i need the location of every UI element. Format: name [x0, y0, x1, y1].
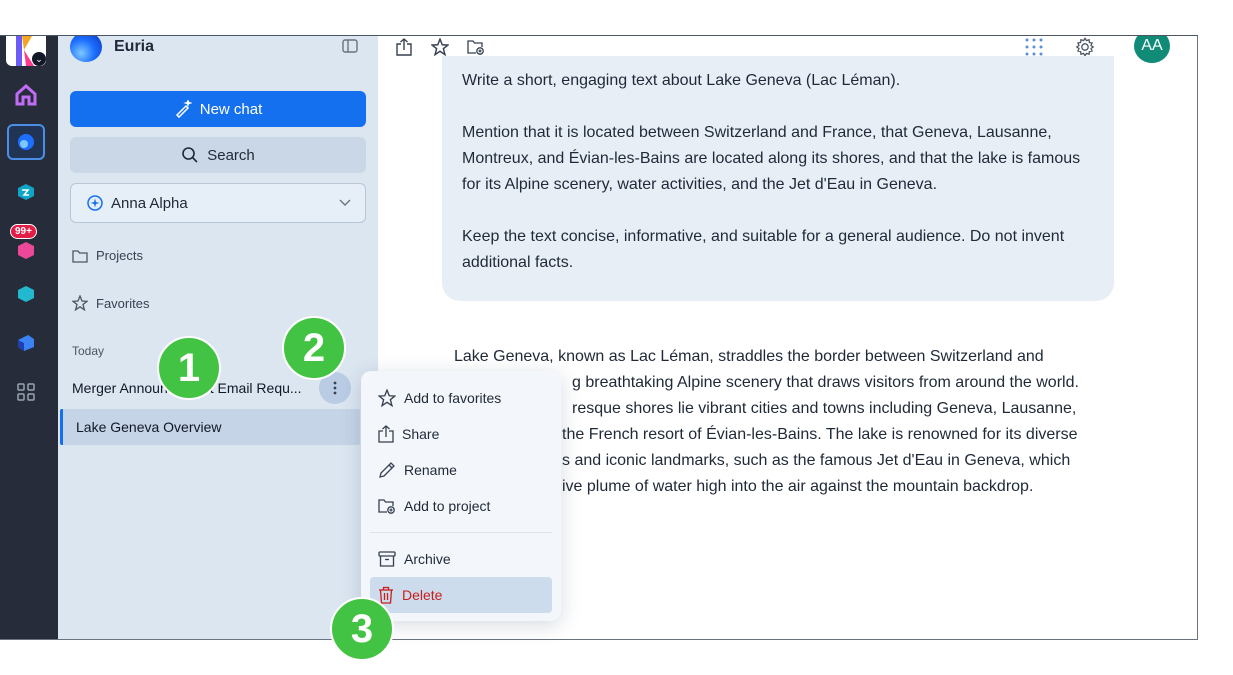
- search-button[interactable]: Search: [70, 137, 366, 173]
- new-chat-label: New chat: [199, 100, 263, 118]
- menu-item-share[interactable]: Share: [370, 416, 552, 452]
- magic-pen-icon: [175, 100, 192, 118]
- step-marker-2: 2: [282, 316, 346, 380]
- apps-menu-button[interactable]: [1024, 37, 1044, 57]
- menu-item-delete[interactable]: Delete: [370, 577, 552, 613]
- today-section-label: Today: [72, 344, 105, 358]
- model-selector[interactable]: Anna Alpha: [70, 183, 366, 223]
- rail-home[interactable]: [7, 77, 45, 113]
- chevron-down-icon: [339, 199, 351, 206]
- prompt-paragraph: Mention that it is located between Switz…: [462, 124, 1081, 193]
- user-prompt-bubble: Write a short, engaging text about Lake …: [442, 56, 1114, 301]
- more-vertical-icon: [333, 381, 337, 395]
- menu-item-label: Rename: [404, 462, 457, 478]
- rail-calendar[interactable]: [7, 276, 45, 312]
- home-icon: [15, 84, 37, 106]
- favorite-button[interactable]: [430, 37, 450, 57]
- apps-grid-icon: [17, 383, 35, 401]
- star-icon: [72, 295, 88, 311]
- answer-line: Lake Geneva, known as Lac Léman, straddl…: [454, 348, 1044, 365]
- gear-icon: [1075, 37, 1095, 57]
- search-label: Search: [207, 146, 255, 164]
- projects-link[interactable]: Projects: [72, 248, 143, 263]
- menu-item-label: Add to project: [404, 498, 491, 514]
- favorites-label: Favorites: [96, 295, 150, 311]
- chevron-down-icon[interactable]: ⌄: [32, 52, 46, 66]
- menu-item-label: Delete: [402, 587, 443, 603]
- mail-cube-icon: [18, 242, 34, 259]
- pencil-icon: [379, 462, 395, 478]
- sidebar-toggle-icon[interactable]: [342, 39, 358, 53]
- search-icon: [182, 147, 198, 163]
- share-icon: [396, 38, 412, 56]
- menu-item-add-to-project[interactable]: Add to project: [370, 488, 552, 524]
- menu-item-label: Share: [402, 426, 440, 442]
- euria-logo-icon: [70, 36, 102, 62]
- rail-apps[interactable]: [7, 374, 45, 410]
- rail-drive[interactable]: [7, 325, 45, 361]
- folder-icon: [72, 249, 88, 263]
- share-button[interactable]: [394, 37, 414, 57]
- sparkle-icon: [87, 195, 103, 211]
- trash-icon: [379, 586, 393, 604]
- menu-item-rename[interactable]: Rename: [370, 452, 552, 488]
- app-rail: ⌄ 99+: [0, 36, 58, 639]
- conversation-context-menu: Add to favorites Share Rename Add to pro…: [361, 371, 561, 621]
- menu-item-archive[interactable]: Archive: [370, 541, 552, 577]
- step-marker-1: 1: [157, 336, 221, 400]
- rail-euria[interactable]: [7, 124, 45, 160]
- step-marker-3: 3: [330, 597, 394, 661]
- menu-item-label: Add to favorites: [404, 390, 502, 406]
- brand-name: Euria: [114, 38, 155, 55]
- star-icon: [431, 38, 449, 56]
- prompt-paragraph: Keep the text concise, informative, and …: [462, 228, 1065, 271]
- settings-button[interactable]: [1075, 37, 1095, 57]
- archive-icon: [378, 551, 396, 567]
- share-icon: [378, 425, 394, 443]
- dots-grid-icon: [1025, 38, 1043, 56]
- prompt-paragraph: Write a short, engaging text about Lake …: [462, 72, 901, 89]
- calendar-cube-icon: [18, 286, 34, 302]
- projects-label: Projects: [96, 248, 143, 263]
- menu-divider: [370, 532, 552, 533]
- drive-cube-icon: [18, 335, 34, 351]
- star-icon: [378, 389, 396, 407]
- model-label: Anna Alpha: [111, 194, 188, 212]
- user-avatar[interactable]: AA: [1134, 36, 1170, 63]
- favorites-link[interactable]: Favorites: [72, 295, 149, 311]
- cube-icon: [18, 184, 34, 200]
- new-chat-button[interactable]: New chat: [70, 91, 366, 127]
- folder-add-icon: [467, 40, 484, 55]
- conversation-item-selected[interactable]: Lake Geneva Overview: [60, 409, 360, 445]
- add-to-project-button[interactable]: [466, 37, 486, 57]
- menu-item-add-to-favorites[interactable]: Add to favorites: [370, 380, 552, 416]
- rail-app-1[interactable]: [7, 174, 45, 210]
- folder-add-icon: [378, 499, 395, 514]
- menu-item-label: Archive: [404, 551, 451, 567]
- euria-orb-icon: [18, 134, 34, 150]
- notification-badge: 99+: [10, 224, 37, 239]
- conversation-title: Lake Geneva Overview: [76, 419, 222, 435]
